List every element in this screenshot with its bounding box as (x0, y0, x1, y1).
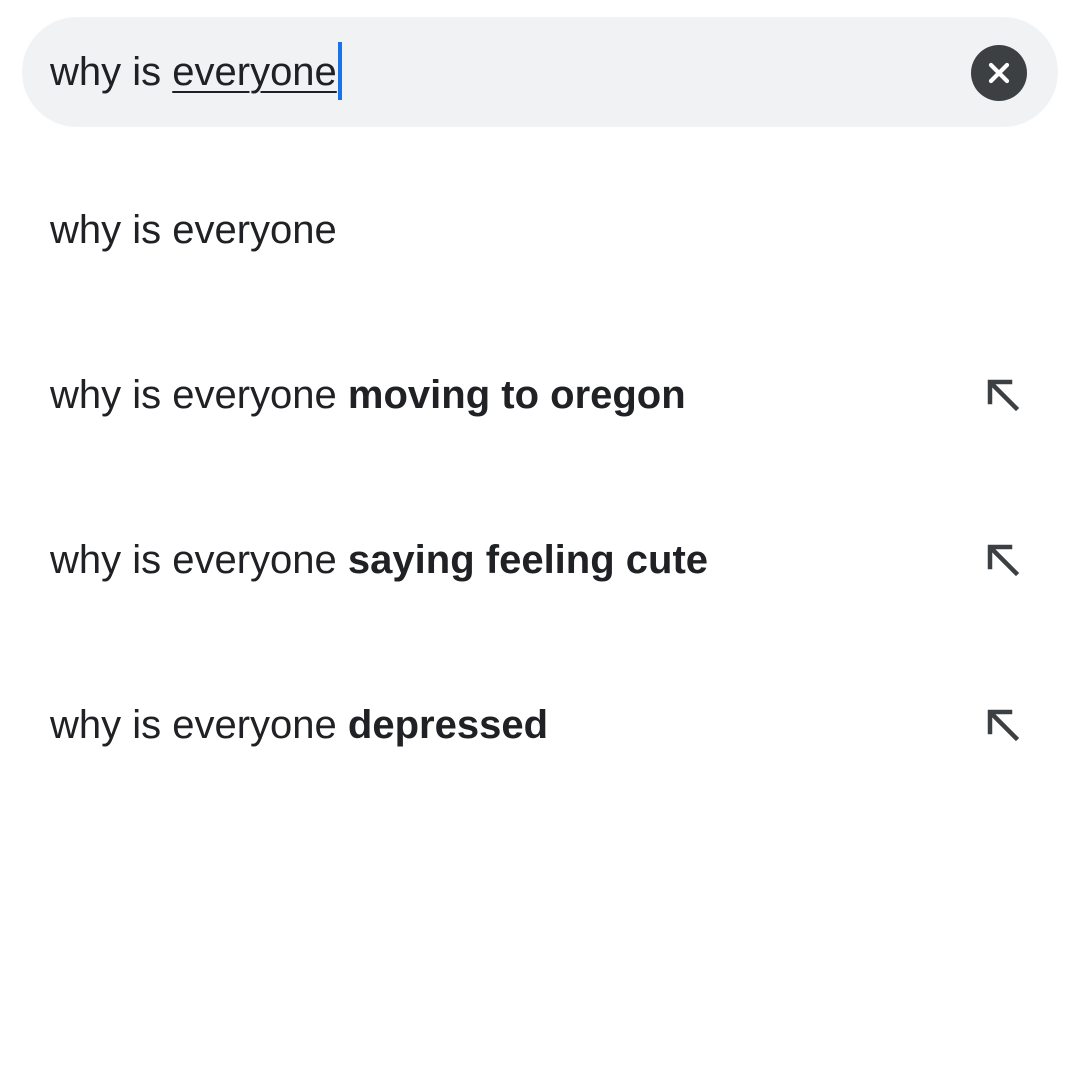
suggestion-prefix: why is everyone (50, 208, 337, 252)
suggestion-text: why is everyone moving to oregon (50, 340, 686, 450)
search-input[interactable]: why is everyone (50, 17, 342, 127)
suggestion-prefix: why is everyone (50, 373, 348, 417)
fill-query-button[interactable] (982, 704, 1024, 746)
text-caret (337, 42, 342, 101)
suggestion-text: why is everyone saying feeling cute (50, 505, 708, 615)
suggestion-completion: depressed (347, 703, 549, 747)
fill-query-button[interactable] (982, 374, 1024, 416)
arrow-up-left-icon (987, 379, 1020, 412)
close-icon (988, 62, 1010, 84)
arrow-up-left-icon (987, 709, 1020, 742)
suggestion-text: why is everyone depressed (50, 670, 548, 780)
suggestion-text: why is everyone (50, 175, 337, 285)
search-input-prefix: why is (50, 50, 173, 94)
suggestion-prefix: why is everyone (50, 703, 348, 747)
fill-query-button[interactable] (982, 539, 1024, 581)
search-input-composing-text: everyone (172, 50, 337, 94)
suggestion-item[interactable]: why is everyone (0, 175, 1080, 285)
suggestion-completion: saying feeling cute (347, 538, 709, 582)
suggestion-item[interactable]: why is everyone saying feeling cute (0, 505, 1080, 615)
suggestion-prefix: why is everyone (50, 538, 348, 582)
arrow-up-left-icon (987, 544, 1020, 577)
clear-search-button[interactable] (971, 45, 1027, 101)
suggestion-item[interactable]: why is everyone moving to oregon (0, 340, 1080, 450)
search-bar[interactable]: why is everyone (22, 17, 1058, 127)
suggestion-item[interactable]: why is everyone depressed (0, 670, 1080, 780)
suggestion-completion: moving to oregon (347, 373, 686, 417)
